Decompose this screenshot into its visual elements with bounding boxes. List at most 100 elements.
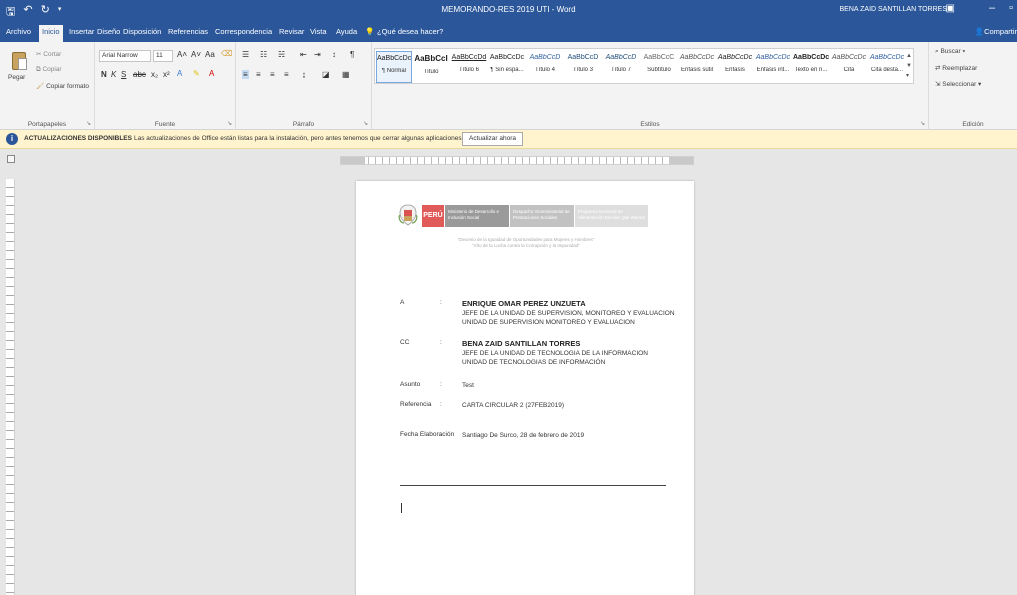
bullets-icon[interactable]: ☰	[242, 50, 249, 59]
gallery-scroll-icon[interactable]: ▲ ▼ ▾	[906, 51, 912, 81]
document-workspace: PERÚ Ministerio de Desarrollo e Inclusió…	[0, 149, 1017, 595]
style-subtitulo[interactable]: AaBbCcC Subtítulo	[641, 51, 677, 83]
vice-ministry-box: Despacho Viceministerial de Prestaciones…	[510, 205, 574, 227]
horizontal-ruler[interactable]	[340, 156, 694, 165]
sort-icon[interactable]: ↕	[332, 50, 336, 59]
paragraph-group-label: Párrafo	[292, 121, 315, 128]
strikethrough-button[interactable]: abc	[133, 70, 146, 79]
peru-logo: PERÚ	[422, 205, 444, 227]
underline-button[interactable]: S	[121, 70, 126, 79]
decrease-indent-icon[interactable]: ⇤	[300, 50, 307, 59]
left-margin-marker[interactable]	[341, 157, 365, 164]
align-center-icon[interactable]: ≡	[256, 70, 261, 79]
ribbon: Pegar ✂ Cortar ⧉ Copiar 🖌 Copiar formato…	[0, 42, 1017, 130]
replace-button[interactable]: ⇄ Reemplazar	[935, 64, 977, 72]
format-painter-button[interactable]: 🖌 Copiar formato	[36, 82, 89, 90]
font-group: Arial Narrow 11 A˄ A˅ Aa ⌫ N K S abc x₂ …	[95, 42, 236, 130]
minimize-button[interactable]: –	[989, 2, 995, 14]
paragraph-launcher-icon[interactable]: ↘	[363, 120, 368, 127]
copy-button[interactable]: ⧉ Copiar	[36, 66, 62, 74]
numbering-icon[interactable]: ☷	[260, 50, 267, 59]
justify-icon[interactable]: ≡	[284, 70, 289, 79]
clear-format-icon[interactable]: ⌫	[221, 49, 232, 58]
share-button[interactable]: 👤Compartir	[975, 27, 1017, 36]
update-now-button[interactable]: Actualizar ahora	[462, 132, 523, 146]
align-left-icon[interactable]: ≡	[242, 70, 249, 79]
editing-group: ⌕ Buscar ▾ ⇄ Reemplazar ⇲ Seleccionar ▾ …	[929, 42, 1017, 130]
select-button[interactable]: ⇲ Seleccionar ▾	[935, 80, 981, 88]
text-effects-icon[interactable]: A	[177, 69, 182, 78]
memo-separator	[400, 485, 666, 486]
tab-diseno[interactable]: Diseño	[94, 25, 123, 38]
shading-icon[interactable]: ◪	[322, 70, 330, 79]
right-margin-marker[interactable]	[669, 157, 693, 164]
editing-group-label: Edición	[962, 121, 984, 128]
style-enfasis-sutil[interactable]: AaBbCcDc Énfasis sutil	[679, 51, 715, 83]
clipboard-launcher-icon[interactable]: ↘	[86, 120, 91, 127]
vertical-ruler[interactable]	[6, 179, 15, 595]
font-color-icon[interactable]: A	[209, 69, 214, 78]
align-right-icon[interactable]: ≡	[270, 70, 275, 79]
ministry-box: Ministerio de Desarrollo e Inclusión Soc…	[445, 205, 509, 227]
font-size-select[interactable]: 11	[153, 50, 173, 62]
header-slogan: "Decenio de la Igualdad de Oportunidades…	[457, 237, 595, 248]
borders-icon[interactable]: ▦	[342, 70, 350, 79]
font-launcher-icon[interactable]: ↘	[227, 120, 232, 127]
tab-vista[interactable]: Vista	[307, 25, 330, 38]
paste-icon	[12, 52, 27, 70]
restore-button[interactable]: ▫	[1009, 2, 1013, 14]
style-sin-espaciado[interactable]: AaBbCcDc ¶ Sin espa...	[489, 51, 525, 83]
style-enfasis-intenso[interactable]: AaBbCcDc Énfasis int...	[755, 51, 791, 83]
tab-referencias[interactable]: Referencias	[165, 25, 211, 38]
style-normal[interactable]: AaBbCcDc ¶ Normal	[376, 51, 412, 83]
line-spacing-icon[interactable]: ↨	[302, 70, 306, 79]
style-enfasis[interactable]: AaBbCcDc Énfasis	[717, 51, 753, 83]
italic-button[interactable]: K	[111, 70, 116, 79]
info-icon: i	[6, 133, 18, 145]
find-button[interactable]: ⌕ Buscar ▾	[935, 48, 965, 56]
tab-correspondencia[interactable]: Correspondencia	[212, 25, 275, 38]
tab-disposicion[interactable]: Disposición	[120, 25, 164, 38]
header-logo: PERÚ Ministerio de Desarrollo e Inclusió…	[398, 201, 648, 229]
ribbon-display-options-icon[interactable]: ▣	[946, 3, 955, 14]
tab-inicio[interactable]: Inicio	[39, 25, 63, 42]
style-titulo-4[interactable]: AaBbCcD Título 4	[527, 51, 563, 83]
change-case-icon[interactable]: Aa	[205, 50, 215, 59]
paste-button[interactable]: Pegar	[8, 50, 30, 90]
styles-gallery: AaBbCcDc ¶ Normal AaBbCcI Título AaBbCcDd T…	[374, 48, 914, 84]
title-bar: 🖫 ↶ ↻ ▾ MEMORANDO-RES 2019 UTI - Word BE…	[0, 0, 1017, 22]
pilcrow-icon[interactable]: ¶	[350, 50, 354, 59]
grow-font-icon[interactable]: A˄	[177, 50, 187, 59]
styles-launcher-icon[interactable]: ↘	[920, 120, 925, 127]
multilevel-list-icon[interactable]: ☵	[278, 50, 285, 59]
style-titulo-6[interactable]: AaBbCcDd Título 6	[451, 51, 487, 83]
style-titulo[interactable]: AaBbCcI Título	[413, 51, 449, 83]
tab-revisar[interactable]: Revisar	[276, 25, 307, 38]
tab-ayuda[interactable]: Ayuda	[333, 25, 360, 38]
style-texto-negrita[interactable]: AaBbCcDc Texto en n...	[793, 51, 829, 83]
superscript-button[interactable]: x²	[163, 70, 170, 79]
cut-button[interactable]: ✂ Cortar	[36, 50, 61, 58]
clipboard-group: Pegar ✂ Cortar ⧉ Copiar 🖌 Copiar formato…	[0, 42, 95, 130]
bold-button[interactable]: N	[101, 70, 107, 79]
increase-indent-icon[interactable]: ⇥	[314, 50, 321, 59]
font-name-select[interactable]: Arial Narrow	[99, 50, 151, 62]
style-cita-destacada[interactable]: AaBbCcDc Cita desta...	[869, 51, 905, 83]
person-icon: 👤	[974, 27, 985, 36]
highlight-icon[interactable]: ✎	[193, 69, 200, 78]
tab-selector[interactable]	[7, 155, 15, 163]
user-name[interactable]: BENA ZAID SANTILLAN TORRES	[840, 6, 948, 13]
style-cita[interactable]: AaBbCcDc Cita	[831, 51, 867, 83]
tab-insertar[interactable]: Insertar	[66, 25, 97, 38]
update-info-bar: i ACTUALIZACIONES DISPONIBLES Las actual…	[0, 130, 1017, 149]
subscript-button[interactable]: x₂	[151, 70, 158, 79]
styles-group-label: Estilos	[640, 121, 660, 128]
style-titulo-3[interactable]: AaBbCcD Título 3	[565, 51, 601, 83]
paste-label: Pegar	[8, 74, 26, 81]
text-cursor	[401, 503, 402, 513]
tell-me-search[interactable]: ¿Qué desea hacer?	[374, 25, 446, 38]
document-page[interactable]: PERÚ Ministerio de Desarrollo e Inclusió…	[356, 181, 694, 595]
shrink-font-icon[interactable]: A˅	[191, 50, 201, 59]
tab-archivo[interactable]: Archivo	[3, 25, 34, 38]
style-titulo-7[interactable]: AaBbCcD Título 7	[603, 51, 639, 83]
